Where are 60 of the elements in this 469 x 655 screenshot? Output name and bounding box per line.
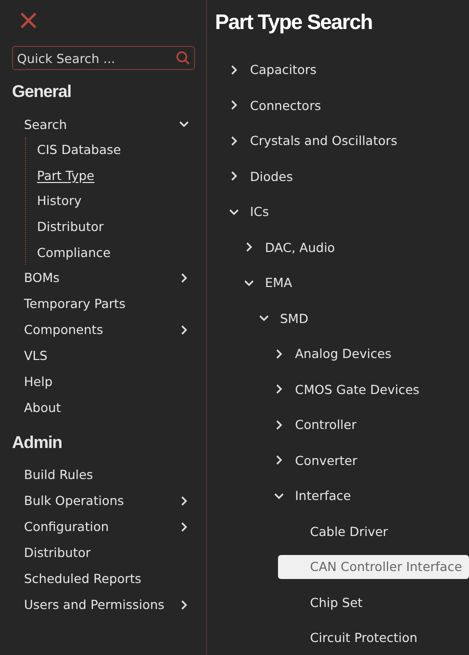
tree-node[interactable]: Chip Set xyxy=(278,590,469,614)
nav-item[interactable]: Scheduled Reports xyxy=(12,566,192,592)
tree-node[interactable]: Connectors xyxy=(218,93,469,118)
tree-node[interactable]: Converter xyxy=(263,448,469,472)
nav-item[interactable]: Temporary Parts xyxy=(12,290,192,317)
tree-node[interactable]: Cable Driver xyxy=(278,519,469,544)
chevron-right-icon xyxy=(179,272,189,283)
tree-node[interactable]: EMA xyxy=(233,270,469,295)
nav-item[interactable]: Components xyxy=(12,316,192,343)
section-heading: General xyxy=(12,82,72,102)
nav-subitem[interactable]: Compliance xyxy=(26,239,111,265)
chevron-right-icon xyxy=(229,171,239,182)
tree-node[interactable]: SMD xyxy=(248,306,469,330)
nav-item[interactable]: Configuration xyxy=(12,514,192,540)
close-icon[interactable] xyxy=(20,12,37,29)
nav-item[interactable]: Users and Permissions xyxy=(12,592,192,618)
tree-node[interactable]: ICs xyxy=(218,200,469,224)
nav-item[interactable]: Search xyxy=(12,111,192,137)
quick-search-field[interactable]: Quick Search ... xyxy=(12,46,195,70)
chevron-right-icon xyxy=(274,455,284,466)
nav-subitem[interactable]: Part Type xyxy=(26,162,94,188)
chevron-down-icon xyxy=(229,206,239,217)
chevron-down-icon xyxy=(179,119,189,129)
nav-item[interactable]: About xyxy=(12,394,192,421)
chevron-right-icon xyxy=(179,324,189,335)
nav-subitem[interactable]: CIS Database xyxy=(26,137,121,163)
chevron-right-icon xyxy=(229,100,239,110)
page-title: Part Type Search xyxy=(215,10,374,36)
chevron-down-icon xyxy=(259,313,269,324)
nav-subitem[interactable]: Distributor xyxy=(26,214,104,240)
nav-item[interactable]: VLS xyxy=(12,342,192,369)
tree-node[interactable]: Diodes xyxy=(218,164,469,188)
search-icon xyxy=(176,51,190,65)
chevron-down-icon xyxy=(274,490,284,501)
chevron-right-icon xyxy=(229,136,239,146)
chevron-right-icon xyxy=(274,384,284,394)
nav-item[interactable]: Bulk Operations xyxy=(12,488,192,514)
section-heading: Admin xyxy=(12,432,63,453)
nav-item[interactable]: Build Rules xyxy=(12,462,192,488)
tree-node[interactable]: DAC, Audio xyxy=(233,235,469,260)
chevron-right-icon xyxy=(179,496,189,506)
tree-node[interactable]: Interface xyxy=(263,484,469,508)
tree-node[interactable]: Analog Devices xyxy=(263,342,469,366)
tree-node[interactable]: Capacitors xyxy=(218,58,469,82)
chevron-right-icon xyxy=(229,64,239,75)
chevron-right-icon xyxy=(179,600,189,610)
chevron-right-icon xyxy=(274,420,284,430)
chevron-right-icon xyxy=(274,348,284,359)
nav-subitem[interactable]: History xyxy=(26,188,82,214)
tree-node[interactable]: Controller xyxy=(263,412,469,437)
nav-item[interactable]: BOMs xyxy=(12,264,192,291)
chevron-right-icon xyxy=(244,242,254,252)
nav-item[interactable]: Distributor xyxy=(12,540,192,566)
tree-node[interactable]: CAN Controller Interface xyxy=(278,554,469,579)
chevron-down-icon xyxy=(244,278,254,288)
tree-node[interactable]: CMOS Gate Devices xyxy=(263,377,469,402)
tree-node[interactable]: Circuit Protection xyxy=(278,626,469,650)
nav-item[interactable]: Help xyxy=(12,368,192,395)
tree-node[interactable]: Crystals and Oscillators xyxy=(218,128,469,153)
chevron-right-icon xyxy=(179,522,189,532)
